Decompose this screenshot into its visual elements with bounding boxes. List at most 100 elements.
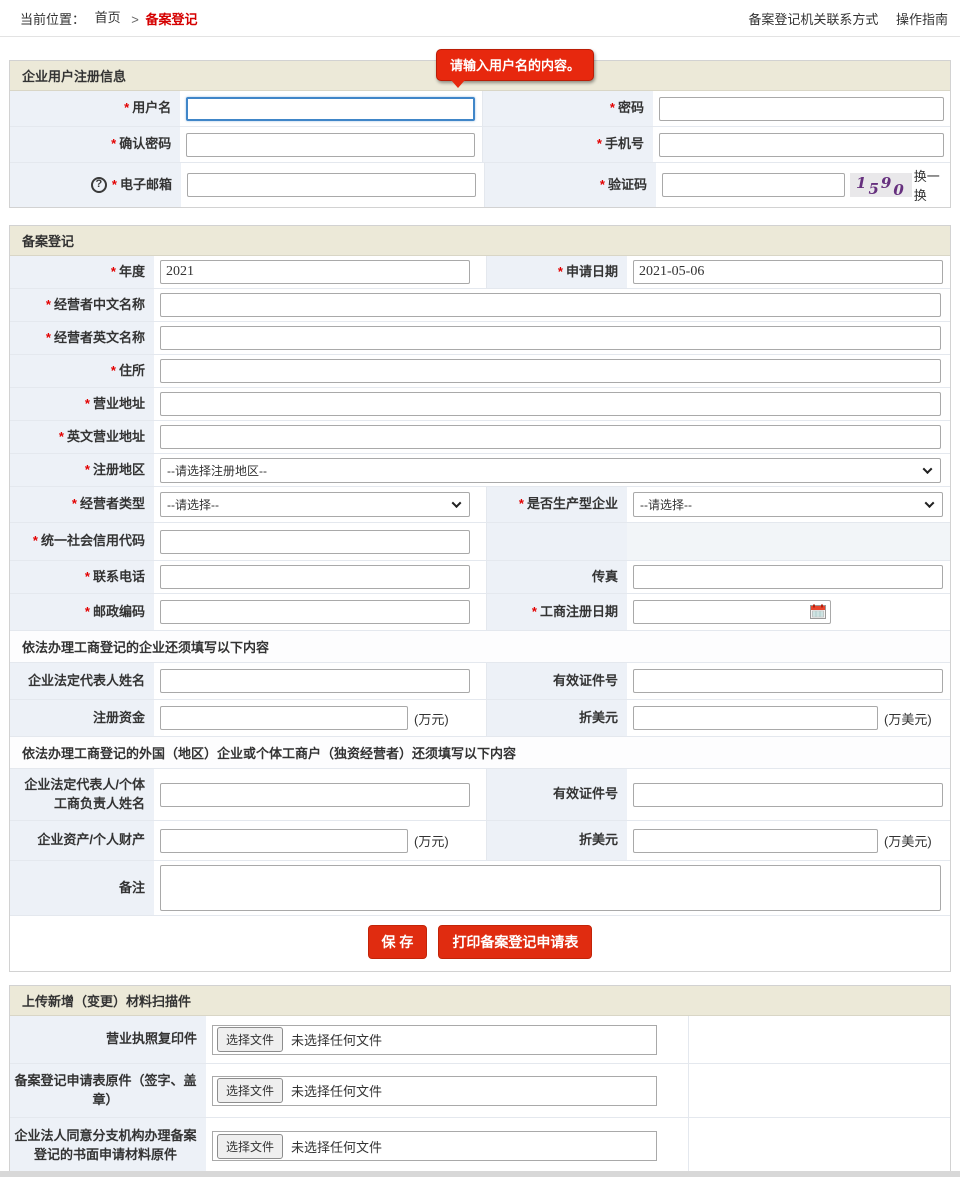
empty-cell (627, 523, 950, 560)
biz-address-label: * 营业地址 (10, 388, 154, 420)
producer-select[interactable]: --请选择-- (633, 492, 943, 517)
username-tooltip: 请输入用户名的内容。 (436, 49, 594, 81)
en-name-label: * 经营者英文名称 (10, 322, 154, 354)
row-legal-rep: 企业法定代表人姓名 有效证件号 (10, 662, 950, 700)
reg-area-select[interactable]: --请选择注册地区-- (160, 458, 941, 483)
choose-file-button[interactable]: 选择文件 (217, 1078, 283, 1103)
form-file-input[interactable]: 选择文件 未选择任何文件 (212, 1076, 657, 1106)
top-links: 备案登记机关联系方式 操作指南 (734, 9, 948, 28)
biz-address-input[interactable] (160, 392, 941, 416)
email-label: ? * 电子邮箱 (10, 163, 181, 207)
help-icon[interactable]: ? (91, 177, 107, 193)
password-label: * 密码 (482, 91, 653, 126)
license-file-input[interactable]: 选择文件 未选择任何文件 (212, 1025, 657, 1055)
required-mark: * (124, 99, 129, 118)
empty-cell (688, 1118, 950, 1174)
cn-name-input[interactable] (160, 293, 941, 317)
en-name-input[interactable] (160, 326, 941, 350)
apply-date-input[interactable] (633, 260, 943, 284)
row-upload-form: 备案登记申请表原件（签字、盖章） 选择文件 未选择任何文件 (10, 1064, 950, 1118)
consent-file-input[interactable]: 选择文件 未选择任何文件 (212, 1131, 657, 1161)
usd-label: 折美元 (486, 700, 627, 736)
empty-label-cell (486, 523, 627, 560)
empty-cell (688, 1064, 950, 1117)
residence-label: * 住所 (10, 355, 154, 387)
form-original-label: 备案登记申请表原件（签字、盖章） (10, 1064, 206, 1117)
email-input[interactable] (187, 173, 476, 197)
id-number2-input[interactable] (633, 783, 943, 807)
phone-input[interactable] (160, 565, 470, 589)
confirm-password-label: * 确认密码 (10, 127, 180, 162)
row-cn-name: * 经营者中文名称 (10, 289, 950, 322)
row-en-name: * 经营者英文名称 (10, 322, 950, 355)
confirm-password-input[interactable] (186, 133, 475, 157)
reg-capital-input[interactable] (160, 706, 408, 730)
phone-label: * 联系电话 (10, 561, 154, 593)
password-input[interactable] (659, 97, 944, 121)
en-biz-address-input[interactable] (160, 425, 941, 449)
captcha-input[interactable] (662, 173, 845, 197)
contact-info-link[interactable]: 备案登记机关联系方式 (748, 12, 878, 27)
year-input[interactable] (160, 260, 470, 284)
usd2-input[interactable] (633, 829, 878, 853)
required-mark: * (111, 135, 116, 154)
breadcrumb-location-label: 当前位置： (20, 13, 85, 28)
no-file-text: 未选择任何文件 (291, 1030, 382, 1049)
legal-rep-input[interactable] (160, 669, 470, 693)
credit-code-input[interactable] (160, 530, 470, 554)
postcode-label: * 邮政编码 (10, 594, 154, 630)
operator-type-select[interactable]: --请选择-- (160, 492, 470, 517)
captcha-image[interactable]: 1 5 9 0 (850, 173, 912, 197)
captcha-label: * 验证码 (484, 163, 656, 207)
captcha-refresh-link[interactable]: 换一换 (914, 166, 944, 204)
residence-input[interactable] (160, 359, 941, 383)
row-residence: * 住所 (10, 355, 950, 388)
credit-code-label: * 统一社会信用代码 (10, 523, 154, 560)
fax-input[interactable] (633, 565, 943, 589)
row-confirm-mobile: * 确认密码 * 手机号 (10, 127, 950, 163)
chevron-down-icon (925, 498, 935, 508)
row-year-date: * 年度 * 申请日期 (10, 256, 950, 289)
foreign-rep-input[interactable] (160, 783, 470, 807)
cn-name-label: * 经营者中文名称 (10, 289, 154, 321)
chevron-down-icon (452, 498, 462, 508)
postcode-input[interactable] (160, 600, 470, 624)
id-number2-label: 有效证件号 (486, 769, 627, 820)
save-button[interactable]: 保 存 (368, 925, 428, 959)
choose-file-button[interactable]: 选择文件 (217, 1134, 283, 1159)
unit-wanusd: (万美元) (884, 831, 932, 850)
foreign-rep-label: 企业法定代表人/个体工商负责人姓名 (10, 769, 154, 820)
row-en-biz-address: * 英文营业地址 (10, 421, 950, 454)
asset-label: 企业资产/个人财产 (10, 821, 154, 860)
row-postcode-regdate: * 邮政编码 * 工商注册日期 (10, 594, 950, 631)
ic-reg-date-input[interactable] (633, 600, 831, 624)
row-phone-fax: * 联系电话 传真 (10, 561, 950, 594)
choose-file-button[interactable]: 选择文件 (217, 1027, 283, 1052)
unit-wanusd: (万美元) (884, 709, 932, 728)
username-input[interactable] (186, 97, 475, 121)
id-number-input[interactable] (633, 669, 943, 693)
row-capital-usd: 注册资金 (万元) 折美元 (万美元) (10, 700, 950, 737)
row-credit-code: * 统一社会信用代码 (10, 523, 950, 561)
filing-buttons: 保 存 打印备案登记申请表 (10, 916, 950, 971)
unit-wanyuan: (万元) (414, 709, 449, 728)
row-email-captcha: ? * 电子邮箱 * 验证码 1 5 9 0 换一换 (10, 163, 950, 207)
remark-textarea[interactable] (160, 865, 941, 911)
license-label: 营业执照复印件 (10, 1016, 206, 1063)
unit-wanyuan: (万元) (414, 831, 449, 850)
en-biz-address-label: * 英文营业地址 (10, 421, 154, 453)
asset-input[interactable] (160, 829, 408, 853)
chevron-down-icon (923, 464, 933, 474)
required-mark: * (112, 176, 117, 195)
calendar-icon[interactable] (810, 604, 826, 619)
row-upload-license: 营业执照复印件 选择文件 未选择任何文件 (10, 1016, 950, 1064)
register-section: 企业用户注册信息 * 用户名 * 密码 * 确认密码 * 手机号 (9, 60, 951, 208)
operation-guide-link[interactable]: 操作指南 (896, 12, 948, 27)
empty-cell (688, 1016, 950, 1063)
row-asset-usd: 企业资产/个人财产 (万元) 折美元 (万美元) (10, 821, 950, 861)
id-number-label: 有效证件号 (486, 663, 627, 699)
breadcrumb-home-link[interactable]: 首页 (95, 10, 121, 25)
mobile-input[interactable] (659, 133, 944, 157)
print-filing-form-button[interactable]: 打印备案登记申请表 (438, 925, 592, 959)
usd-input[interactable] (633, 706, 878, 730)
